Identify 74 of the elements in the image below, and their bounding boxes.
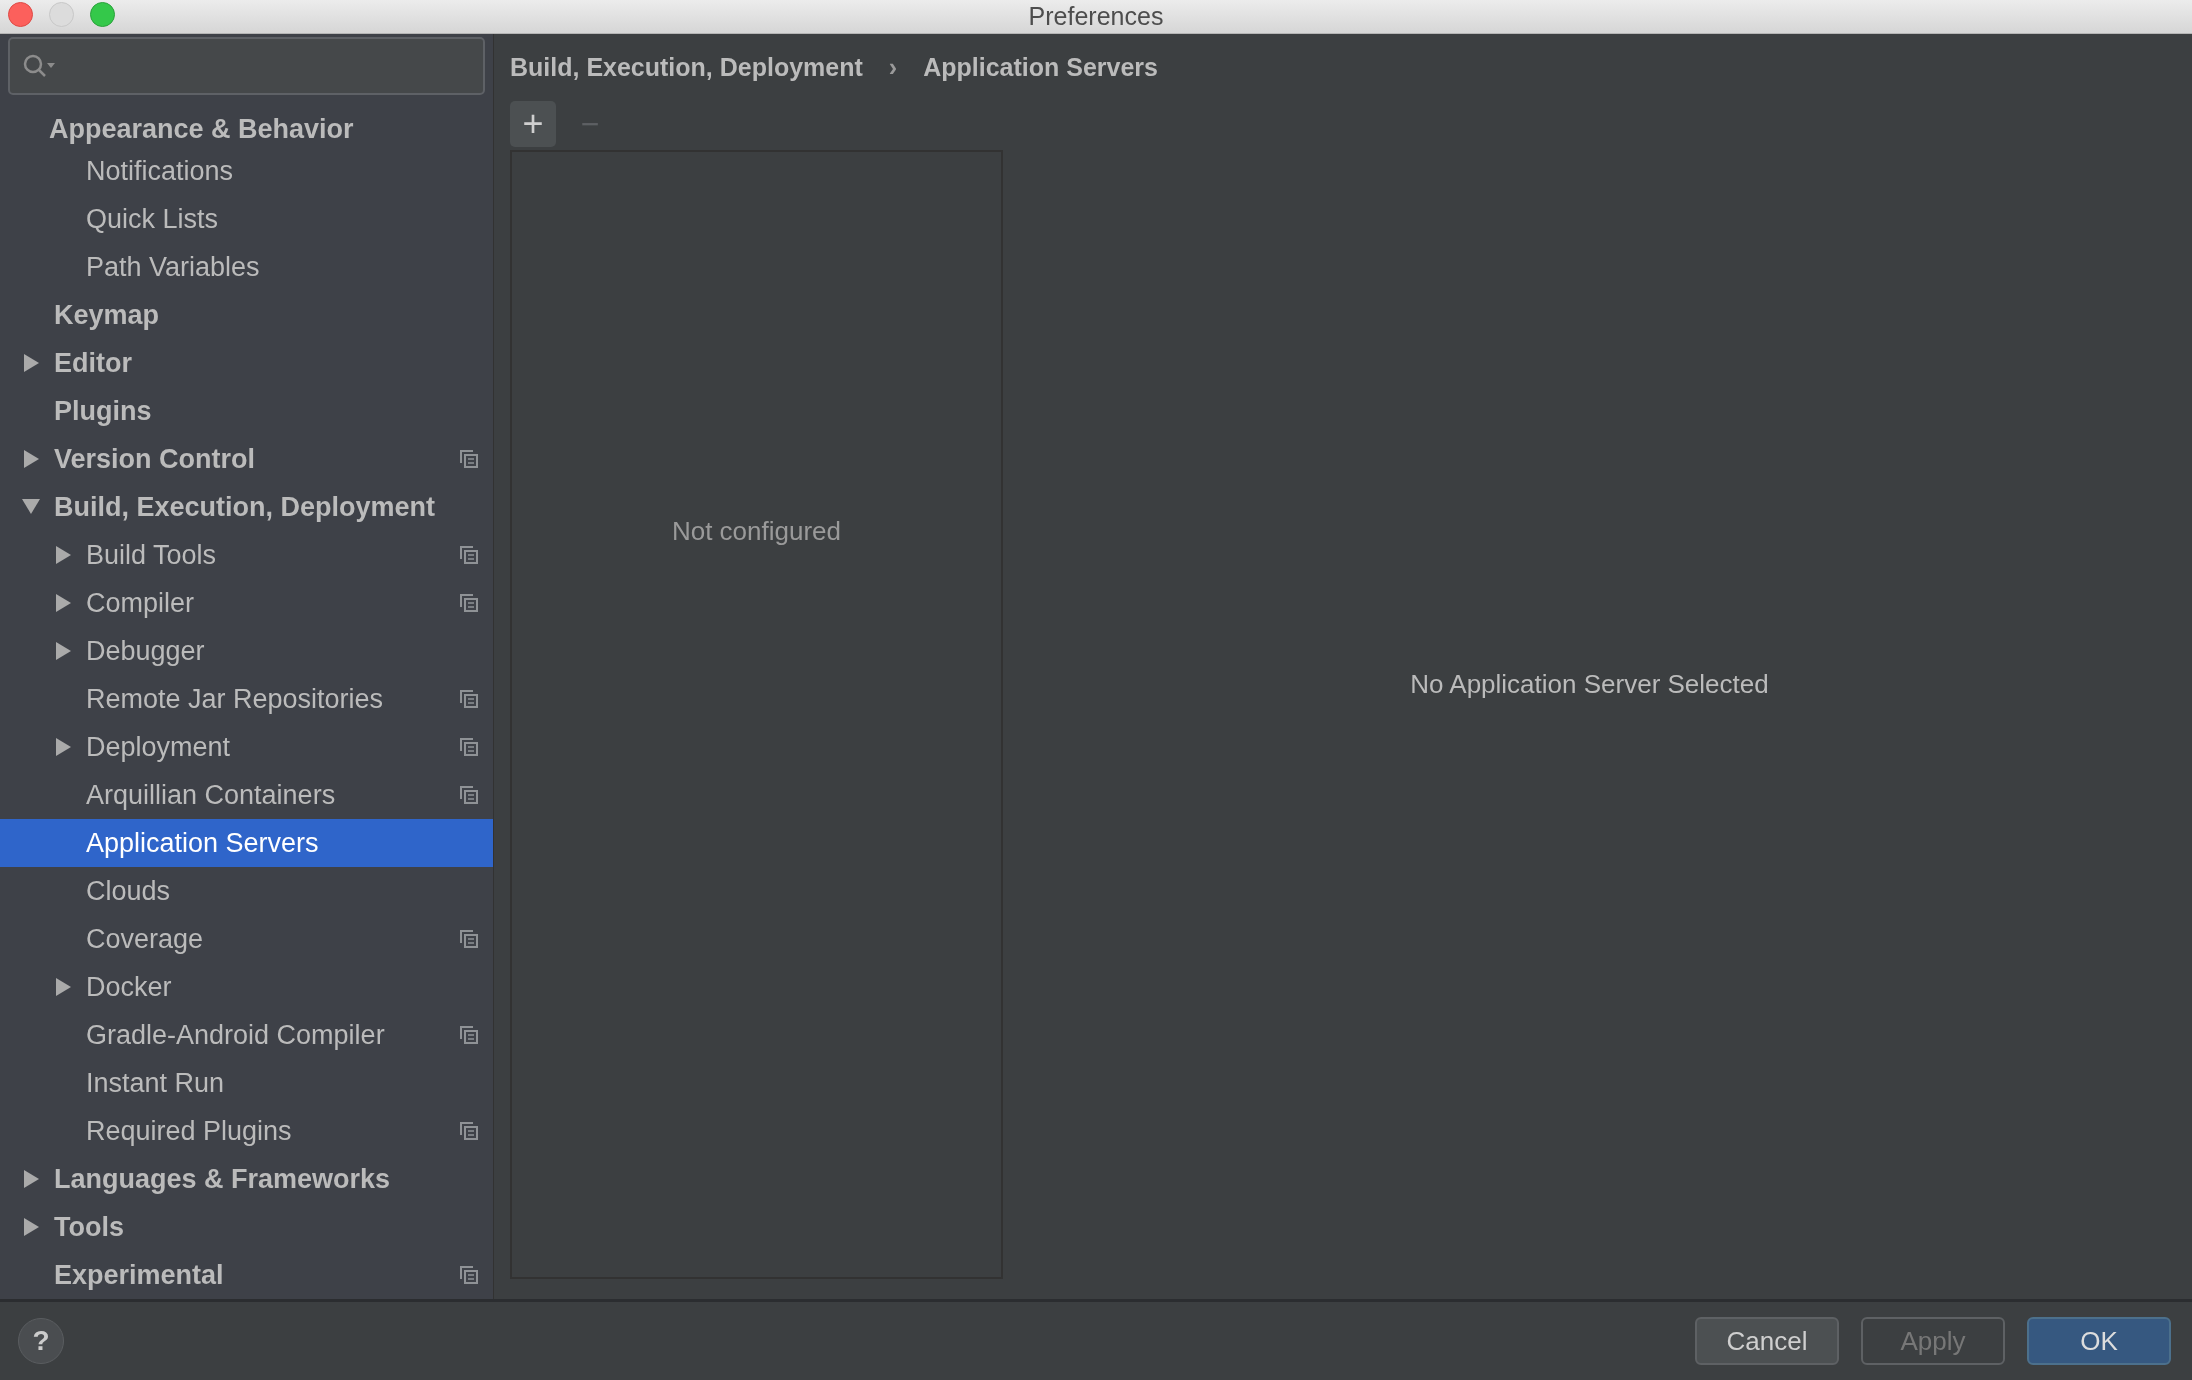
tree-item-label: Coverage [86,922,205,956]
collapsed-arrow-icon[interactable] [24,354,40,372]
tree-item[interactable]: Clouds [0,867,493,915]
tree-item-label: Appearance & Behavior [49,112,355,146]
tree-item[interactable]: Tools [0,1203,493,1251]
tree-item[interactable]: Quick Lists [0,195,493,243]
tree-item-label: Docker [86,970,173,1004]
tree-item-label: Notifications [86,154,235,188]
search-icon [22,53,56,79]
tree-item-label: Deployment [86,730,232,764]
tree-item-label: Clouds [86,874,172,908]
breadcrumb-item: Build, Execution, Deployment [510,52,863,84]
tree-item-label: Keymap [54,298,161,332]
collapsed-arrow-icon[interactable] [56,642,72,660]
empty-list-message: Not configured [671,515,842,548]
tree-item-label: Languages & Frameworks [54,1162,392,1196]
tree-item[interactable]: Build Tools [0,531,493,579]
tree-item[interactable]: Keymap [0,291,493,339]
dialog-button[interactable]: OK [2027,1317,2171,1365]
tree-item[interactable]: Notifications [0,147,493,195]
tree-item-label: Compiler [86,586,196,620]
tree-item-label: Version Control [54,442,257,476]
tree-item-label: Build Tools [86,538,218,572]
tree-item[interactable]: Build, Execution, Deployment [0,483,493,531]
tree-item-label: Arquillian Containers [86,778,337,812]
tree-item-label: Debugger [86,634,206,668]
collapsed-arrow-icon[interactable] [56,738,72,756]
tree-item[interactable]: Coverage [0,915,493,963]
breadcrumb-separator: › [888,52,898,84]
tree-item[interactable]: Application Servers [0,819,493,867]
tree-item-label: Path Variables [86,250,261,284]
tree-item[interactable]: Appearance & Behavior [0,101,493,147]
collapsed-arrow-icon[interactable] [56,546,72,564]
tree-item-label: Required Plugins [86,1114,293,1148]
tree-item-label: Application Servers [86,826,320,860]
dialog-button[interactable]: Cancel [1695,1317,1839,1365]
zoom-button[interactable] [90,2,115,27]
tree-item-label: Plugins [54,394,153,428]
collapsed-arrow-icon[interactable] [56,594,72,612]
add-button[interactable]: + [510,101,556,147]
tree-item[interactable]: Plugins [0,387,493,435]
expanded-arrow-icon[interactable] [22,499,40,515]
tree-item[interactable]: Instant Run [0,1059,493,1107]
tree-item-label: Build, Execution, Deployment [54,490,437,524]
tree-item-label: Remote Jar Repositories [86,682,385,716]
tree-item-label: Instant Run [86,1066,226,1100]
tree-item-label: Gradle-Android Compiler [86,1018,386,1052]
tree-item-label: Tools [54,1210,125,1244]
tree-item[interactable]: Docker [0,963,493,1011]
tree-item[interactable]: Compiler [0,579,493,627]
tree-item[interactable]: Version Control [0,435,493,483]
breadcrumb-item: Application Servers [923,52,1158,84]
collapsed-arrow-icon[interactable] [24,1170,40,1188]
tree-item-label: Experimental [54,1258,225,1292]
tree-item[interactable]: Gradle-Android Compiler [0,1011,493,1059]
tree-item[interactable]: Path Variables [0,243,493,291]
tree-item[interactable]: Deployment [0,723,493,771]
search-field[interactable] [8,37,485,95]
tree-item-label: Quick Lists [86,202,220,236]
tree-item[interactable]: Editor [0,339,493,387]
tree-item[interactable]: Required Plugins [0,1107,493,1155]
tree-item[interactable]: Remote Jar Repositories [0,675,493,723]
close-button[interactable] [8,2,33,27]
tree-item[interactable]: Experimental [0,1251,493,1299]
help-button[interactable]: ? [18,1318,64,1364]
window-title: Preferences [1028,0,1164,32]
collapsed-arrow-icon[interactable] [24,450,40,468]
tree-item[interactable]: Arquillian Containers [0,771,493,819]
empty-detail-message: No Application Server Selected [1410,668,1769,701]
tree-item[interactable]: Debugger [0,627,493,675]
tree-item-label: Editor [54,346,133,380]
collapsed-arrow-icon[interactable] [24,1218,40,1236]
tree-item[interactable]: Languages & Frameworks [0,1155,493,1203]
collapsed-arrow-icon[interactable] [56,978,72,996]
